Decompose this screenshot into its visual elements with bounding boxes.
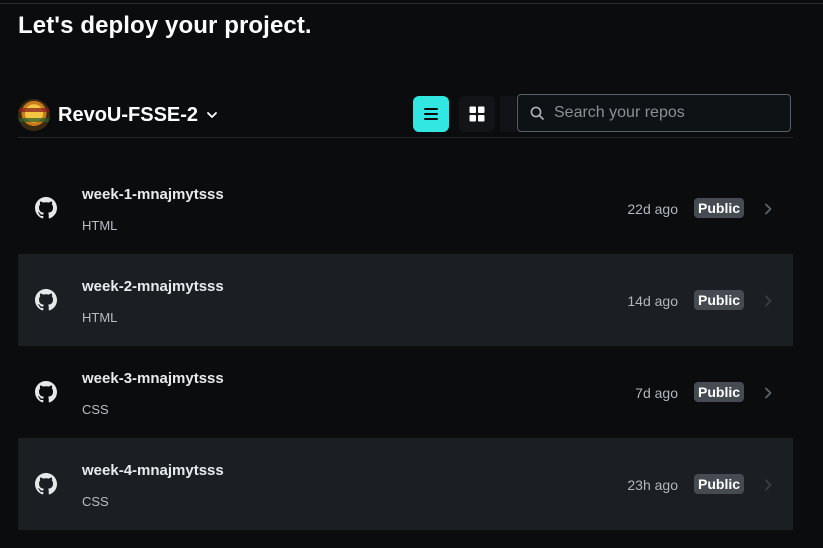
search-input[interactable]: [554, 104, 774, 122]
page-title: Let's deploy your project.: [18, 12, 312, 39]
github-icon: [35, 473, 57, 495]
toolbar-spacer: [500, 96, 516, 132]
chevron-right-icon: [763, 294, 773, 307]
list-icon: [423, 107, 439, 121]
visibility-badge: Public: [694, 198, 745, 218]
view-toggle: [413, 96, 495, 132]
repo-language: CSS: [82, 402, 109, 417]
repo-name: week-3-mnajmytsss: [82, 370, 224, 387]
grid-view-button[interactable]: [459, 96, 495, 132]
github-icon: [35, 289, 57, 311]
visibility-badge: Public: [694, 382, 745, 402]
repo-name: week-4-mnajmytsss: [82, 462, 224, 479]
repo-language: HTML: [82, 218, 118, 233]
header-divider: [18, 137, 793, 138]
repo-language: HTML: [82, 310, 118, 325]
repo-updated: 22d ago: [627, 201, 678, 217]
search-icon: [530, 106, 544, 120]
repo-name: week-2-mnajmytsss: [82, 278, 224, 295]
top-divider: [0, 3, 823, 4]
repo-row[interactable]: week-3-mnajmytsss CSS 7d ago Public: [18, 346, 793, 438]
github-icon: [35, 197, 57, 219]
account-selector[interactable]: RevoU-FSSE-2: [18, 96, 217, 134]
repo-updated: 23h ago: [627, 477, 678, 493]
repo-list: week-1-mnajmytsss HTML 22d ago Public we…: [18, 162, 793, 530]
repo-updated: 7d ago: [635, 385, 678, 401]
github-icon: [35, 381, 57, 403]
account-name: RevoU-FSSE-2: [58, 103, 199, 126]
repo-row[interactable]: week-1-mnajmytsss HTML 22d ago Public: [18, 162, 793, 254]
chevron-down-icon: [207, 110, 217, 120]
repo-row[interactable]: week-4-mnajmytsss CSS 23h ago Public: [18, 438, 793, 530]
chevron-right-icon: [763, 478, 773, 491]
grid-icon: [469, 106, 485, 122]
visibility-badge: Public: [694, 290, 745, 310]
repo-name: week-1-mnajmytsss: [82, 186, 224, 203]
chevron-right-icon: [763, 202, 773, 215]
search-box[interactable]: [517, 94, 791, 132]
account-avatar: [18, 99, 50, 131]
chevron-right-icon: [763, 386, 773, 399]
repo-language: CSS: [82, 494, 109, 509]
visibility-badge: Public: [694, 474, 745, 494]
repo-updated: 14d ago: [627, 293, 678, 309]
list-view-button[interactable]: [413, 96, 449, 132]
repo-row[interactable]: week-2-mnajmytsss HTML 14d ago Public: [18, 254, 793, 346]
